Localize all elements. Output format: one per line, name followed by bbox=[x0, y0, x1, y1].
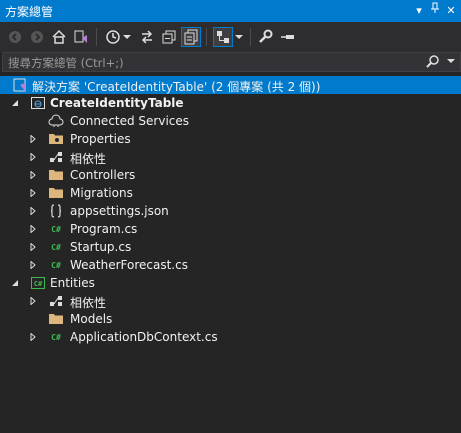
close-icon[interactable]: ✕ bbox=[443, 2, 459, 20]
panel-title: 方案總管 bbox=[5, 5, 54, 19]
toolbar-separator bbox=[96, 28, 97, 46]
tree-item-applicationdbcontext-cs[interactable]: C# ApplicationDbContext.cs bbox=[0, 328, 461, 346]
tree-item-label: Connected Services bbox=[70, 114, 190, 128]
tree-item-startup-cs[interactable]: C# Startup.cs bbox=[0, 238, 461, 256]
wrench-icon bbox=[259, 29, 273, 43]
tree-item-label: Startup.cs bbox=[70, 240, 132, 254]
hierarchy-icon bbox=[217, 31, 229, 43]
csharp-file-icon: C# bbox=[51, 260, 61, 270]
switch-views-button[interactable] bbox=[72, 28, 90, 46]
tree-item-label: ApplicationDbContext.cs bbox=[70, 330, 218, 344]
home-icon bbox=[52, 29, 66, 44]
chevron-down-icon bbox=[235, 35, 243, 39]
clock-icon bbox=[106, 30, 120, 44]
panel-title-bar: 方案總管 ▾ ✕ bbox=[0, 0, 461, 22]
tree-item-controllers[interactable]: Controllers bbox=[0, 166, 461, 184]
search-options-dropdown[interactable] bbox=[447, 54, 455, 71]
tree-item-label: CreateIdentityTable bbox=[50, 96, 184, 110]
tree-item-label: Controllers bbox=[70, 168, 136, 182]
csharp-file-icon: C# bbox=[51, 332, 61, 342]
tree-item-label: Program.cs bbox=[70, 222, 138, 236]
toolbar-separator bbox=[250, 28, 251, 46]
collapsed-arrow-icon[interactable] bbox=[27, 295, 39, 307]
collapsed-arrow-icon[interactable] bbox=[27, 151, 39, 163]
collapsed-arrow-icon[interactable] bbox=[27, 223, 39, 235]
svg-text:C#: C# bbox=[34, 280, 43, 288]
csharp-file-icon: C# bbox=[51, 242, 61, 252]
search-placeholder: 搜尋方案總管 (Ctrl+;) bbox=[8, 56, 124, 70]
tree-item-label: Entities bbox=[50, 276, 95, 290]
tree-item-project[interactable]: CreateIdentityTable bbox=[0, 94, 461, 112]
properties-button[interactable] bbox=[256, 28, 274, 46]
csharp-file-icon: C# bbox=[51, 224, 61, 234]
back-icon bbox=[9, 31, 21, 43]
collapsed-arrow-icon[interactable] bbox=[27, 331, 39, 343]
preview-dropdown[interactable] bbox=[234, 28, 244, 46]
tree-item-project[interactable]: C# Entities bbox=[0, 274, 461, 292]
window-position-dropdown-icon[interactable]: ▾ bbox=[411, 2, 427, 20]
tree-item-connected-services[interactable]: Connected Services bbox=[0, 112, 461, 130]
expanded-arrow-icon[interactable] bbox=[9, 97, 21, 109]
tree-item-solution[interactable]: 解決方案 'CreateIdentityTable' (2 個專案 (共 2 個… bbox=[0, 76, 461, 94]
forward-button[interactable] bbox=[28, 28, 46, 46]
pending-changes-filter-button[interactable] bbox=[104, 28, 122, 46]
folder-icon bbox=[48, 185, 64, 201]
collapsed-arrow-icon[interactable] bbox=[27, 133, 39, 145]
tree-item-label: appsettings.json bbox=[70, 204, 169, 218]
chevron-down-icon bbox=[123, 35, 131, 39]
collapsed-arrow-icon[interactable] bbox=[27, 205, 39, 217]
tree-item-program-cs[interactable]: C# Program.cs bbox=[0, 220, 461, 238]
tree-item-weatherforecast-cs[interactable]: C# WeatherForecast.cs bbox=[0, 256, 461, 274]
tree-item-dependencies[interactable]: 相依性 bbox=[0, 148, 461, 166]
tree-item-migrations[interactable]: Migrations bbox=[0, 184, 461, 202]
dependencies-icon bbox=[48, 293, 64, 309]
back-button[interactable] bbox=[6, 28, 24, 46]
solution-icon bbox=[12, 77, 28, 93]
forward-icon bbox=[31, 31, 43, 43]
web-project-icon bbox=[30, 95, 46, 111]
pin-tab-button[interactable] bbox=[278, 28, 296, 46]
show-all-files-button[interactable] bbox=[181, 27, 201, 47]
collapse-all-icon bbox=[162, 30, 176, 44]
tree-item-label: Models bbox=[70, 312, 113, 326]
home-button[interactable] bbox=[50, 28, 68, 46]
tree-item-label: Properties bbox=[70, 132, 131, 146]
tree-item-label: 相依性 bbox=[70, 296, 107, 310]
sync-icon bbox=[141, 30, 153, 44]
chevron-down-icon bbox=[447, 59, 455, 63]
folder-icon bbox=[48, 167, 64, 183]
tree-item-models[interactable]: Models bbox=[0, 310, 461, 328]
collapsed-arrow-icon[interactable] bbox=[27, 241, 39, 253]
collapsed-arrow-icon[interactable] bbox=[27, 187, 39, 199]
csharp-project-icon: C# bbox=[30, 275, 46, 291]
toolbar-separator bbox=[206, 28, 207, 46]
toolbar bbox=[0, 22, 461, 52]
dash-pin-icon bbox=[281, 35, 294, 39]
tree-item-dependencies[interactable]: 相依性 bbox=[0, 292, 461, 310]
search-input[interactable]: 搜尋方案總管 (Ctrl+;) bbox=[2, 52, 461, 72]
collapsed-arrow-icon[interactable] bbox=[27, 169, 39, 181]
sync-with-active-document-button[interactable] bbox=[138, 28, 156, 46]
expanded-arrow-icon[interactable] bbox=[9, 277, 21, 289]
preview-selected-items-button[interactable] bbox=[213, 27, 233, 47]
collapsed-arrow-icon[interactable] bbox=[27, 259, 39, 271]
pin-icon[interactable] bbox=[427, 2, 443, 20]
folder-icon bbox=[48, 311, 64, 327]
tree-item-properties[interactable]: Properties bbox=[0, 130, 461, 148]
collapse-all-button[interactable] bbox=[160, 28, 178, 46]
dependencies-icon bbox=[48, 149, 64, 165]
tree-item-label: 相依性 bbox=[70, 152, 107, 166]
tree-item-label: WeatherForecast.cs bbox=[70, 258, 188, 272]
tree-item-appsettings[interactable]: appsettings.json bbox=[0, 202, 461, 220]
cloud-icon bbox=[48, 113, 64, 129]
switch-views-icon bbox=[74, 30, 87, 43]
folder-properties-icon bbox=[48, 131, 64, 147]
tree-item-label: 解決方案 'CreateIdentityTable' (2 個專案 (共 2 個… bbox=[32, 80, 321, 94]
tree-item-label: Migrations bbox=[70, 186, 133, 200]
json-file-icon bbox=[48, 203, 64, 219]
search-icon[interactable] bbox=[426, 54, 440, 71]
show-all-files-icon bbox=[184, 29, 198, 45]
pending-changes-dropdown[interactable] bbox=[122, 28, 132, 46]
